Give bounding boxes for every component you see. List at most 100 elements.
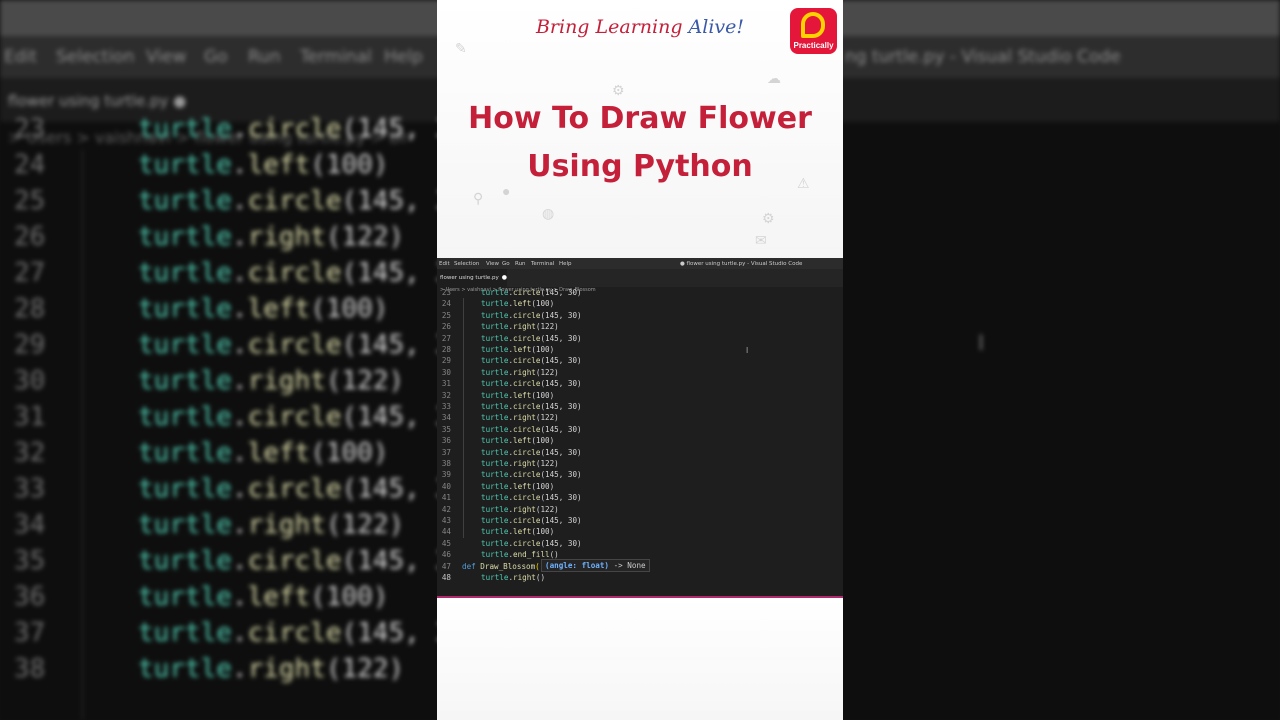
code-line[interactable]: 39 turtle.circle(145, 30) [437,470,843,481]
code-args: (100) [531,527,555,537]
practically-logo: Practically [790,8,837,54]
code-object: turtle [138,438,232,468]
code-args: (100) [531,390,555,400]
code-dot: . [231,474,248,504]
menu-run[interactable]: Run [515,261,526,267]
code-function: left [513,527,532,537]
line-number: 38 [441,459,451,468]
code-function: left [513,345,532,354]
code-text: turtle.left(100) [481,527,554,536]
code-args: () [535,573,546,582]
code-function: circle [513,379,541,389]
menu-help[interactable]: Help [559,261,572,267]
code-line[interactable]: 44 turtle.left(100) [437,527,843,538]
bg-code-text: turtle.circle(145, 30) [138,546,482,576]
code-dot: . [231,546,248,576]
code-line[interactable]: 41 turtle.circle(145, 30) [437,493,843,504]
code-line[interactable]: 30 turtle.right(122) [437,368,843,379]
line-number: 27 [441,333,451,343]
code-line[interactable]: 29 turtle.circle(145, 30) [437,356,843,367]
code-object: turtle [481,504,509,514]
code-text: turtle.right(122) [481,459,559,468]
code-text: turtle.circle(145, 30) [481,379,582,388]
menu-go[interactable]: Go [502,261,510,267]
code-function: circle [513,470,541,480]
code-line[interactable]: 38 turtle.right(122) [437,459,843,470]
code-line[interactable]: 33 turtle.circle(145, 30) [437,402,843,413]
code-line[interactable]: 45 turtle.circle(145, 30) [437,539,843,550]
code-line[interactable]: 31 turtle.circle(145, 30) [437,379,843,390]
code-dot: . [231,258,248,288]
code-function: left [513,299,532,309]
bg-line-number: 31 [14,402,46,432]
code-line-current[interactable]: 48 turtle.right() [437,573,843,584]
unsaved-dot-icon: ● [501,274,508,281]
menu-edit[interactable]: Edit [439,261,450,267]
tab-flower-using-turtle[interactable]: flower using turtle.py ● [437,269,507,287]
line-number: 46 [441,550,451,560]
line-number: 36 [441,436,451,446]
code-object: turtle [481,402,509,411]
bg-code-text: turtle.right(122) [138,366,404,396]
line-number: 31 [441,379,451,389]
code-line[interactable]: 35 turtle.circle(145, 30) [437,425,843,436]
code-function: right [247,654,326,684]
code-object: turtle [481,459,509,468]
code-function: circle [247,618,342,648]
code-line[interactable]: 36 turtle.left(100) [437,436,843,447]
bg-line-number: 26 [14,222,46,252]
line-number: 44 [441,527,451,537]
code-text: turtle.circle(145, 30) [481,356,582,365]
code-line[interactable]: 26 turtle.right(122) [437,322,843,333]
code-object: turtle [481,436,509,446]
menu-selection[interactable]: Selection [454,261,479,267]
code-function: circle [247,330,342,360]
bg-line-number: 32 [14,438,46,468]
hint-param: (angle: float) [545,561,610,570]
code-object: turtle [138,654,232,684]
code-args: (122) [325,222,405,252]
code-args: (145, 30) [540,288,582,297]
code-dot: . [231,582,248,612]
code-line[interactable]: 23 turtle.circle(145, 30) [437,288,843,299]
code-object: turtle [138,114,232,144]
code-line[interactable]: 42 turtle.right(122) [437,505,843,516]
code-text: turtle.left(100) [481,436,554,445]
code-args: (100) [310,150,389,180]
code-line[interactable]: 37 turtle.circle(145, 30) [437,448,843,459]
code-dot: . [231,330,248,360]
code-function: right [247,222,326,252]
code-args: (122) [325,510,405,540]
menu-view[interactable]: View [486,261,499,267]
code-function: circle [247,258,342,288]
code-line[interactable]: 28 turtle.left(100) [437,345,843,356]
code-text: turtle.right(122) [481,322,559,331]
code-line[interactable]: 40 turtle.left(100) [437,482,843,493]
bg-menu-view: View [146,47,187,67]
bg-text-cursor-icon: I [978,330,985,355]
code-args: (122) [535,322,559,332]
code-args: (100) [531,436,555,446]
code-args: (122) [535,413,559,423]
code-line[interactable]: 32 turtle.left(100) [437,391,843,402]
code-line[interactable]: 27 turtle.circle(145, 30) [437,334,843,345]
code-object: turtle [481,322,509,332]
code-line[interactable]: 25 turtle.circle(145, 30) [437,311,843,322]
code-text: turtle.right(122) [481,505,559,514]
code-function: circle [513,288,541,297]
code-function: circle [513,402,541,411]
code-dot: . [231,438,248,468]
code-line[interactable]: 24 turtle.left(100) [437,299,843,310]
code-function: circle [247,402,342,432]
code-args: (122) [325,654,405,684]
code-object: turtle [138,294,232,324]
bg-line-number: 28 [14,294,46,324]
line-number: 29 [441,356,451,366]
code-line[interactable]: 43 turtle.circle(145, 30) [437,516,843,527]
menu-terminal[interactable]: Terminal [531,261,554,267]
code-text: turtle.end_fill() [481,550,559,559]
code-function: left [513,436,532,446]
code-text: turtle.circle(145, 30) [481,539,582,548]
code-line[interactable]: 34 turtle.right(122) [437,413,843,424]
code-function: circle [513,356,541,366]
